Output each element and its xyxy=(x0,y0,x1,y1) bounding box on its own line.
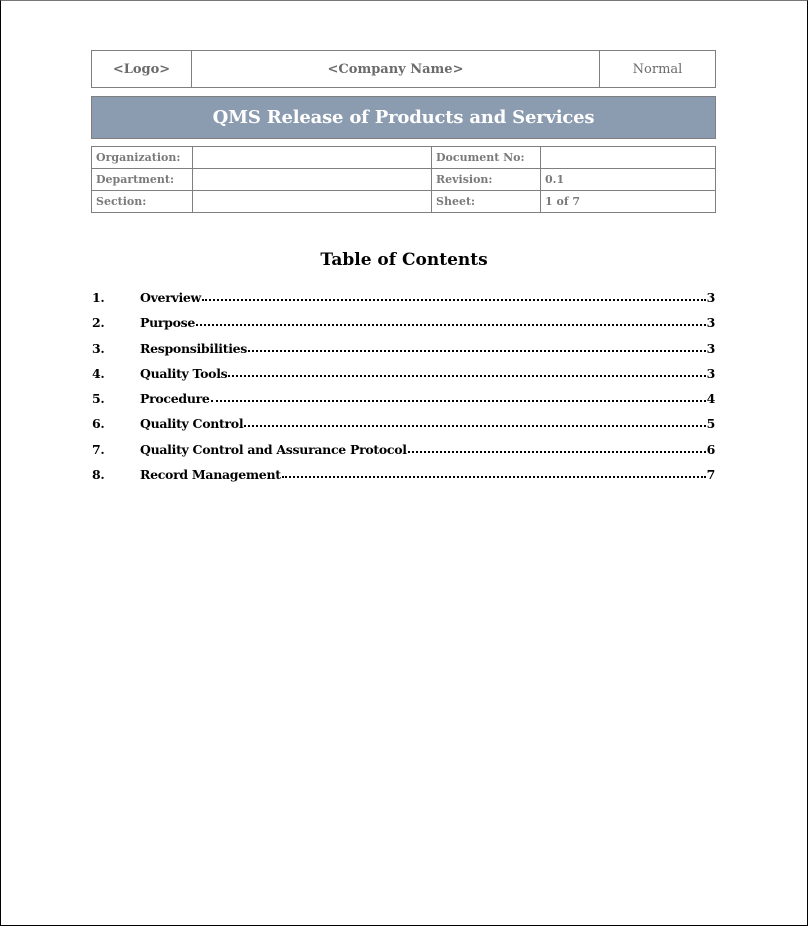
toc-page-number[interactable]: 4 xyxy=(707,391,716,406)
toc-number: 6. xyxy=(92,416,105,432)
header-table: <Logo> <Company Name> Normal xyxy=(91,50,716,88)
toc-number: 1. xyxy=(92,290,105,305)
meta-label: Section: xyxy=(91,190,193,213)
meta-label: Sheet: xyxy=(431,190,541,213)
toc-label[interactable]: Procedure xyxy=(140,391,210,406)
table-of-contents: 1. Overview 3 2. Purpose 3 3. Responsibi… xyxy=(92,290,715,492)
toc-title: Table of Contents xyxy=(320,250,488,270)
toc-label[interactable]: Quality Control xyxy=(140,416,244,431)
toc-entry[interactable]: 6. Quality Control 5 xyxy=(92,416,715,441)
toc-number: 3. xyxy=(92,340,105,356)
toc-entry[interactable]: 1. Overview 3 xyxy=(92,290,715,315)
toc-entry[interactable]: 3. Responsibilities 3 xyxy=(92,341,715,366)
toc-leader xyxy=(228,366,706,378)
toc-number: 8. xyxy=(92,467,105,483)
toc-entry[interactable]: 8. Record Management 7 xyxy=(92,467,715,492)
toc-entry[interactable]: 4. Quality Tools 3 xyxy=(92,366,715,391)
toc-label[interactable]: Record Management xyxy=(140,467,281,482)
meta-row: Organization: Document No: xyxy=(91,146,716,169)
meta-value xyxy=(192,168,432,191)
toc-leader xyxy=(248,341,706,353)
toc-leader xyxy=(196,315,706,327)
toc-number: 4. xyxy=(92,365,105,381)
meta-value xyxy=(540,146,716,169)
toc-leader xyxy=(202,290,706,302)
toc-page-number[interactable]: 3 xyxy=(707,341,716,356)
meta-label: Document No: xyxy=(431,146,541,169)
toc-number: 5. xyxy=(92,391,105,407)
meta-row: Department: Revision: 0.1 xyxy=(91,168,716,191)
meta-value xyxy=(192,146,432,169)
document-title: QMS Release of Products and Services xyxy=(91,96,716,139)
meta-label: Department: xyxy=(91,168,193,191)
logo-placeholder: <Logo> xyxy=(91,50,192,88)
toc-entry[interactable]: 2. Purpose 3 xyxy=(92,315,715,340)
toc-label[interactable]: Quality Control and Assurance Protocol xyxy=(140,442,407,457)
document-page: <Logo> <Company Name> Normal QMS Release… xyxy=(0,0,808,926)
meta-label: Organization: xyxy=(91,146,193,169)
toc-page-number[interactable]: 3 xyxy=(707,366,716,381)
meta-label: Revision: xyxy=(431,168,541,191)
style-label: Normal xyxy=(599,50,716,88)
toc-label[interactable]: Overview xyxy=(140,290,201,305)
company-name: <Company Name> xyxy=(191,50,600,88)
toc-page-number[interactable]: 3 xyxy=(707,290,716,305)
toc-leader xyxy=(281,467,706,479)
toc-page-number[interactable]: 5 xyxy=(707,416,716,431)
meta-value: 0.1 xyxy=(540,168,716,191)
toc-leader xyxy=(407,442,706,454)
toc-number: 2. xyxy=(92,315,105,331)
toc-entry[interactable]: 5. Procedure 4 xyxy=(92,391,715,416)
toc-entry[interactable]: 7. Quality Control and Assurance Protoco… xyxy=(92,442,715,467)
document-meta-table: Organization: Document No: Department: R… xyxy=(91,146,716,213)
toc-label[interactable]: Responsibilities xyxy=(140,341,247,356)
toc-page-number[interactable]: 3 xyxy=(707,315,716,330)
meta-value xyxy=(192,190,432,213)
toc-number: 7. xyxy=(92,441,105,457)
meta-row: Section: Sheet: 1 of 7 xyxy=(91,190,716,213)
meta-value: 1 of 7 xyxy=(540,190,716,213)
toc-label[interactable]: Purpose xyxy=(140,315,195,330)
toc-page-number[interactable]: 7 xyxy=(707,467,716,482)
toc-label[interactable]: Quality Tools xyxy=(140,366,228,381)
toc-leader xyxy=(210,391,706,403)
toc-page-number[interactable]: 6 xyxy=(707,442,716,457)
toc-leader xyxy=(244,416,706,428)
